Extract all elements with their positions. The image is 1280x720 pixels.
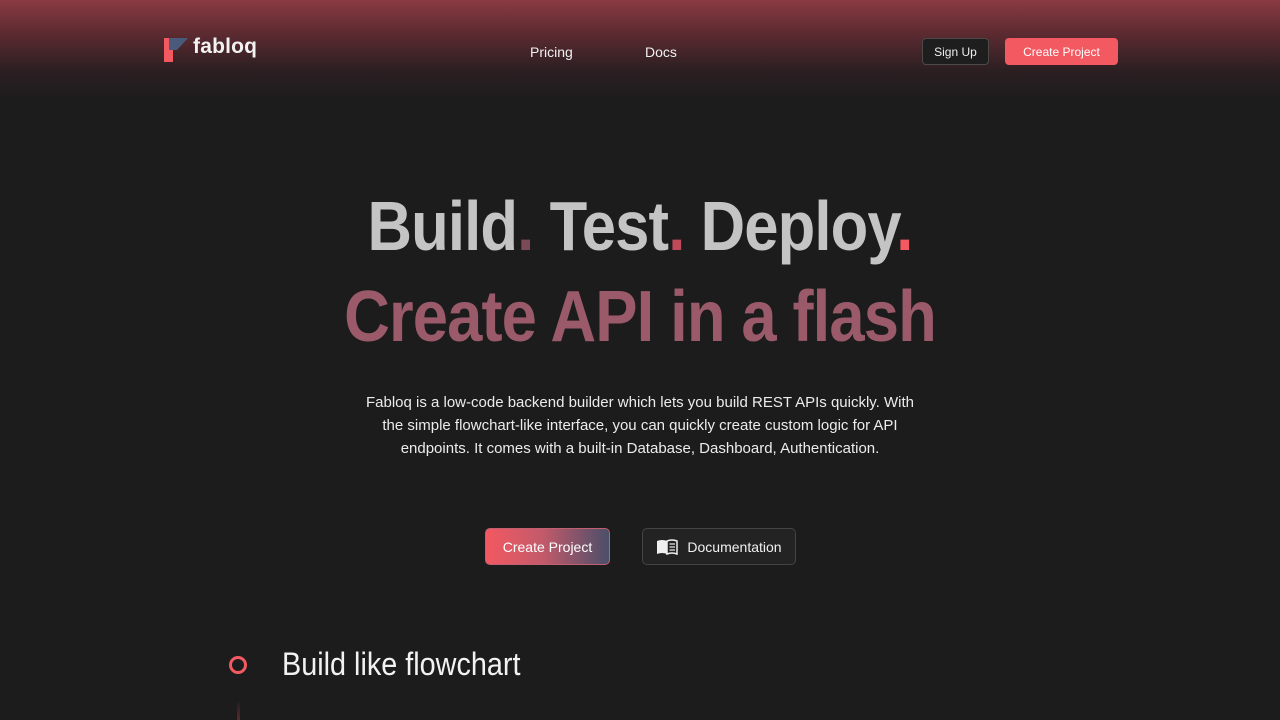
headline-word-deploy: Deploy [700,187,897,265]
nav-link-docs[interactable]: Docs [645,44,677,60]
hero-subheadline: Create API in a flash [344,277,937,357]
nav-link-pricing[interactable]: Pricing [530,44,573,60]
top-navbar: fabloq Pricing Docs Sign Up Create Proje… [0,0,1280,100]
documentation-label: Documentation [687,538,782,555]
create-project-nav-button[interactable]: Create Project [1005,38,1118,65]
logo[interactable]: fabloq [162,35,258,64]
headline-word-test: Test [549,187,669,265]
feature-title-flowchart: Build like flowchart [282,646,521,682]
hero-headline: Build. Test. Deploy. [77,186,1203,266]
headline-dot: . [668,187,685,265]
sign-up-button[interactable]: Sign Up [922,38,989,65]
fabloq-logo-icon [164,38,188,62]
book-icon [657,538,679,555]
create-project-hero-button[interactable]: Create Project [485,528,610,565]
headline-dot: . [517,187,534,265]
timeline-circle-icon [229,656,247,674]
headline-dot: . [896,187,913,265]
headline-word-build: Build [367,187,518,265]
logo-text: fabloq [193,35,258,58]
hero-description: Fabloq is a low-code backend builder whi… [365,394,915,457]
timeline-line [237,700,240,720]
documentation-button[interactable]: Documentation [642,528,796,565]
